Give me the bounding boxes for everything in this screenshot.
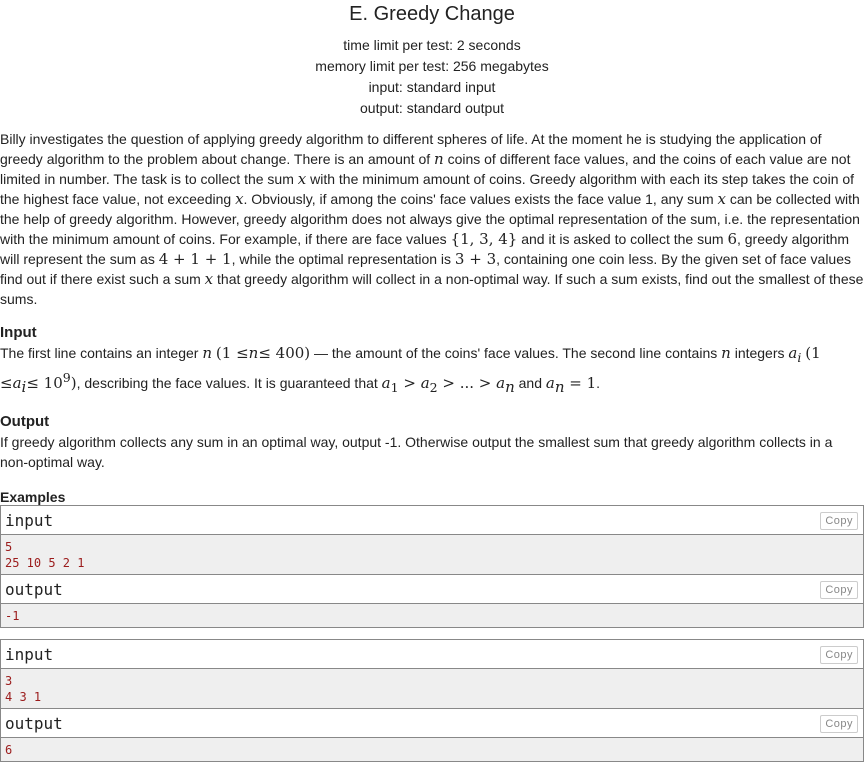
sample-input-content[interactable]: 5 25 10 5 2 1 bbox=[1, 535, 863, 575]
input-section-title: Input bbox=[0, 324, 37, 341]
output-section-title: Output bbox=[0, 413, 50, 430]
sample-input-label: input bbox=[5, 645, 54, 664]
math-a: a bbox=[420, 374, 430, 392]
math-op: > ... > bbox=[437, 374, 497, 392]
sample-output-label: output bbox=[5, 580, 63, 599]
sample-test: input Copy 5 25 10 5 2 1 output Copy -1 bbox=[0, 505, 864, 628]
sample-input-content[interactable]: 3 4 3 1 bbox=[1, 669, 863, 709]
memory-limit: memory limit per test: 256 megabytes bbox=[315, 58, 549, 74]
math-sub: 1 bbox=[390, 380, 399, 395]
constraint-close: ≤ 10 bbox=[26, 374, 63, 392]
math-a: a bbox=[496, 374, 506, 392]
math-a: a bbox=[12, 374, 22, 392]
math-sub: n bbox=[554, 378, 565, 396]
math-ai: ai bbox=[788, 344, 802, 365]
output-specification: Output If greedy algorithm collects any … bbox=[0, 412, 864, 472]
constraint-open: (1 ≤ bbox=[215, 344, 249, 362]
constraint-close: ≤ 400) bbox=[258, 344, 311, 362]
math-optimal-repr: 3 + 3 bbox=[454, 250, 497, 268]
math-sub: n bbox=[505, 378, 515, 396]
math-op: > bbox=[398, 374, 421, 392]
input-specification: Input The first line contains an integer… bbox=[0, 323, 864, 398]
sample-output-label: output bbox=[5, 714, 63, 733]
problem-title: E. Greedy Change bbox=[349, 3, 515, 25]
math-sum-example: 6 bbox=[727, 230, 737, 248]
input-sentence: . bbox=[596, 375, 601, 391]
math-x: x bbox=[297, 170, 307, 188]
sample-input-header: input Copy bbox=[1, 506, 863, 535]
sample-input-label: input bbox=[5, 511, 54, 530]
math-n: n bbox=[248, 344, 259, 362]
input-file: input: standard input bbox=[368, 79, 496, 95]
math-a: a bbox=[545, 374, 555, 392]
math-n: n bbox=[721, 344, 731, 362]
sample-test: input Copy 3 4 3 1 output Copy 6 bbox=[0, 639, 864, 762]
math-last-one: an = 1 bbox=[545, 374, 597, 396]
time-limit: time limit per test: 2 seconds bbox=[343, 37, 521, 53]
sample-input-header: input Copy bbox=[1, 640, 863, 669]
input-sentence: The first line contains an integer bbox=[0, 345, 199, 361]
statement-text: . Obviously, if among the coins' face va… bbox=[243, 191, 714, 207]
math-ordering: a1 > a2 > ... > an bbox=[381, 374, 515, 396]
output-text: If greedy algorithm collects any sum in … bbox=[0, 434, 833, 470]
output-file: output: standard output bbox=[360, 100, 504, 116]
input-sentence: , describing the face values. It is guar… bbox=[76, 375, 378, 391]
copy-output-button[interactable]: Copy bbox=[820, 715, 858, 733]
math-a: a bbox=[381, 374, 391, 392]
math-greedy-repr: 4 + 1 + 1 bbox=[158, 250, 232, 268]
problem-header: E. Greedy Change time limit per test: 2 … bbox=[0, 0, 864, 119]
math-sub-i: i bbox=[797, 350, 802, 365]
input-sentence: — the amount of the coins' face values. … bbox=[314, 345, 718, 361]
math-op: = 1 bbox=[564, 374, 597, 392]
math-x: x bbox=[235, 190, 244, 208]
math-x: x bbox=[204, 270, 214, 288]
math-n: n bbox=[434, 150, 444, 168]
math-constraint-n: (1 ≤n≤ 400) bbox=[216, 344, 310, 362]
examples-title: Examples bbox=[0, 489, 66, 505]
sample-output-header: output Copy bbox=[1, 575, 863, 604]
input-text: The first line contains an integer n (1 … bbox=[0, 343, 864, 398]
problem-statement: Billy investigates the question of apply… bbox=[0, 129, 864, 309]
statement-paragraph: Billy investigates the question of apply… bbox=[0, 129, 864, 309]
math-exponent: 9 bbox=[62, 370, 71, 385]
sample-output-content[interactable]: 6 bbox=[1, 738, 863, 761]
math-n: n bbox=[202, 344, 213, 362]
sample-tests: input Copy 5 25 10 5 2 1 output Copy -1 … bbox=[0, 505, 864, 762]
copy-output-button[interactable]: Copy bbox=[820, 581, 858, 599]
math-set-example: {1, 3, 4} bbox=[450, 230, 518, 248]
statement-text: and it is asked to collect the sum bbox=[521, 231, 724, 247]
math-sub: 2 bbox=[429, 380, 438, 395]
input-sentence: and bbox=[518, 375, 542, 391]
copy-input-button[interactable]: Copy bbox=[820, 512, 858, 530]
sample-output-content[interactable]: -1 bbox=[1, 604, 863, 627]
math-x: x bbox=[717, 190, 726, 208]
statement-text: , while the optimal representation is bbox=[231, 251, 452, 267]
input-sentence: integers bbox=[734, 345, 785, 361]
copy-input-button[interactable]: Copy bbox=[820, 646, 858, 664]
